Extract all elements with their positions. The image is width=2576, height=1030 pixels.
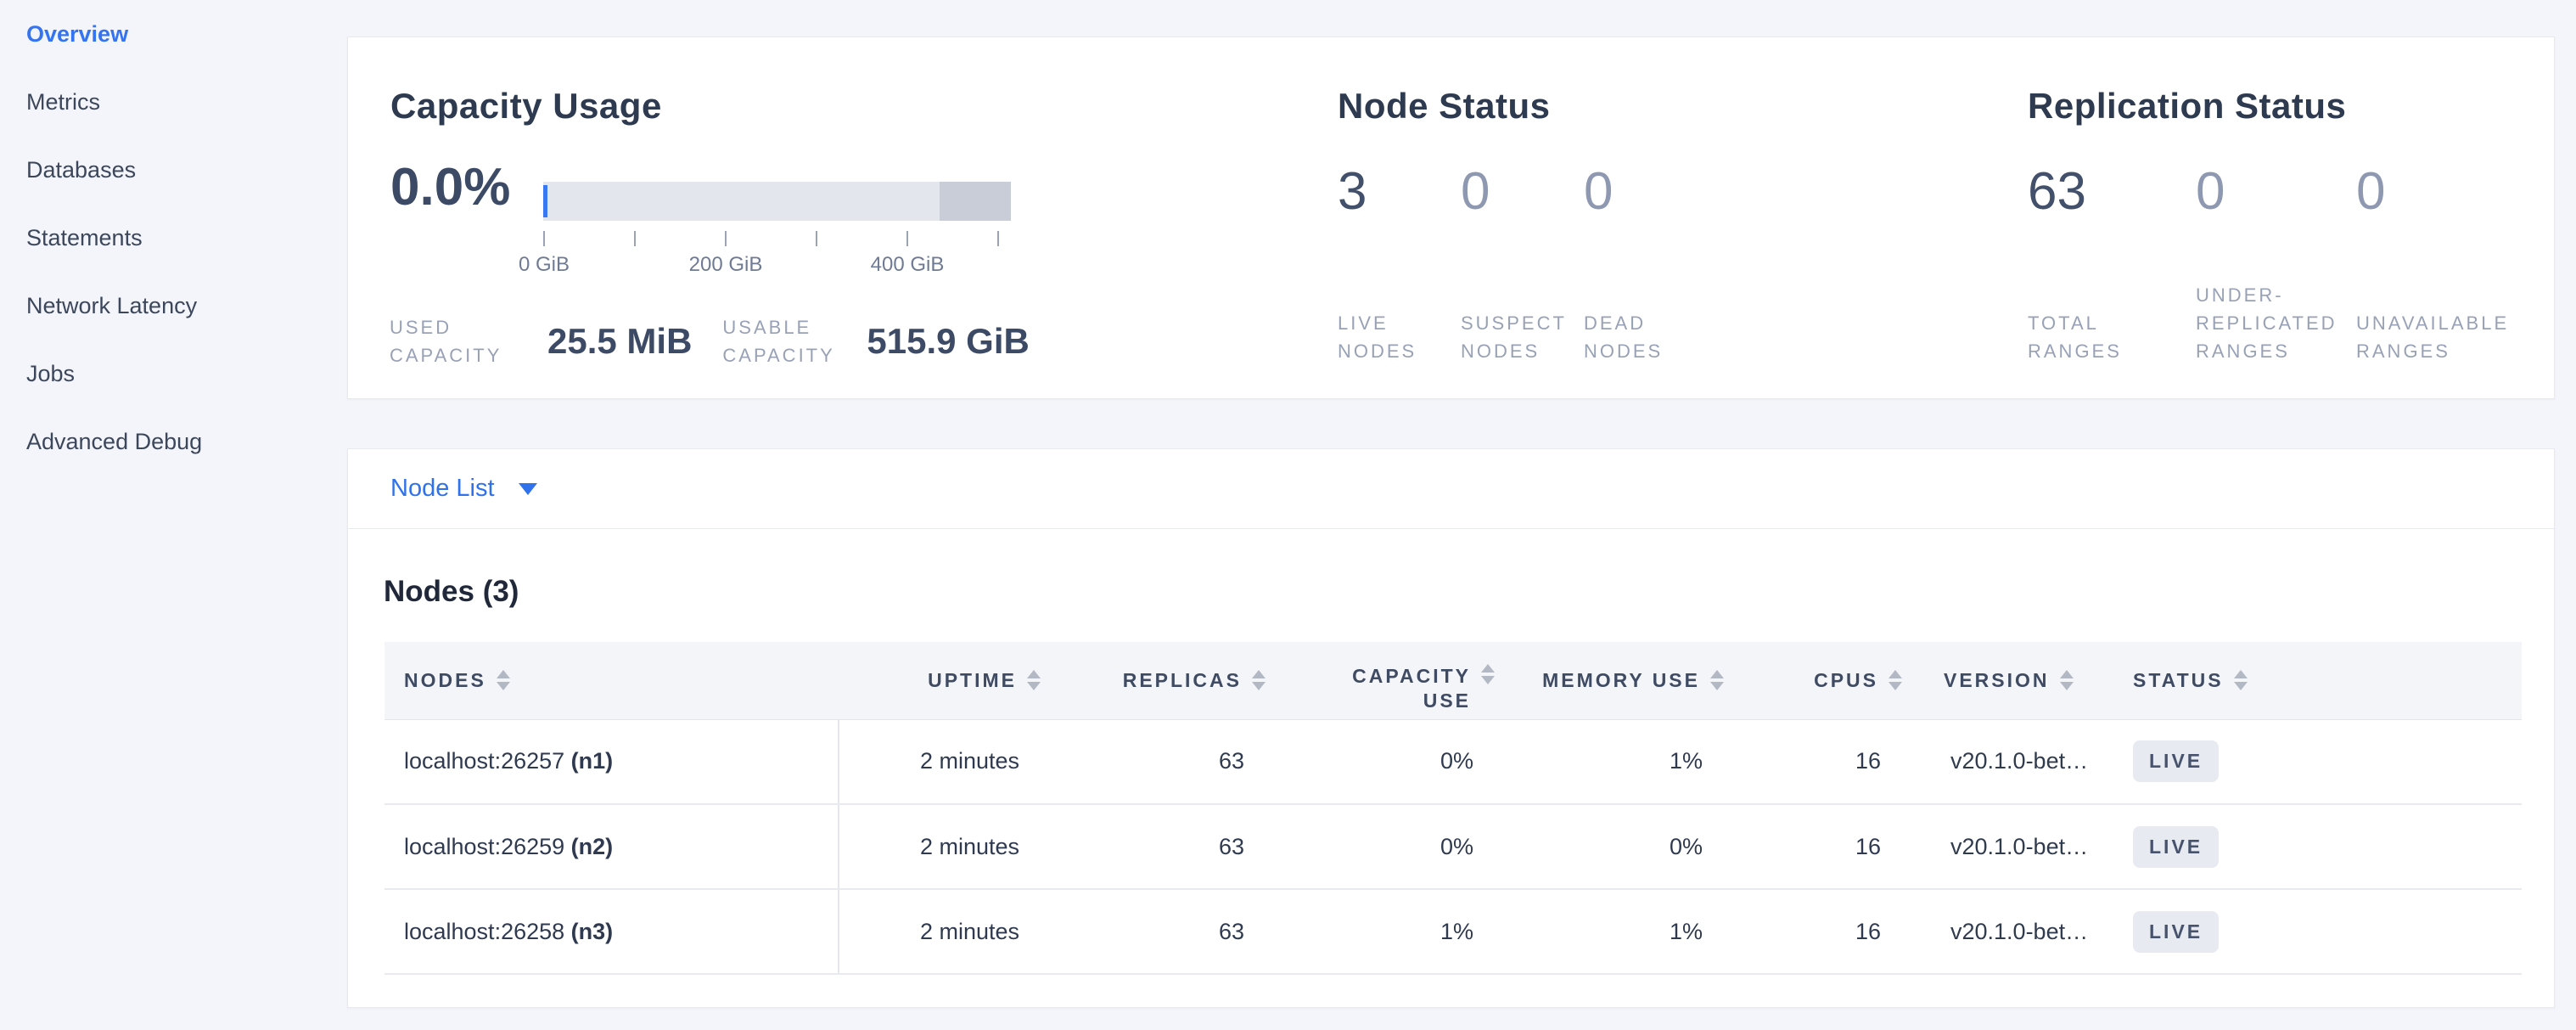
col-header-replicas[interactable]: REPLICAS: [1041, 642, 1266, 719]
capacity-gauge: [543, 182, 1011, 221]
sort-icon[interactable]: [497, 670, 510, 690]
unavailable-ranges-value: 0: [2356, 162, 2564, 222]
capacity-stats: USED CAPACITY 25.5 MiB USABLE CAPACITY 5…: [390, 306, 1030, 377]
unavailable-ranges-label: UNAVAILABLE RANGES: [2356, 309, 2564, 365]
node-name-link[interactable]: localhost:26259 (n2): [384, 804, 839, 889]
version-cell: v20.1.0-bet…: [1902, 719, 2106, 804]
uptime-cell: 2 minutes: [839, 804, 1041, 889]
total-ranges-value: 63: [2028, 162, 2196, 222]
sidebar-item-jobs[interactable]: Jobs: [26, 362, 332, 386]
sort-icon[interactable]: [2060, 670, 2074, 690]
col-header-status[interactable]: STATUS: [2106, 642, 2522, 719]
col-header-capacity-use[interactable]: CAPACITY USE: [1266, 642, 1495, 719]
node-status-title: Node Status: [1338, 86, 1551, 127]
nodes-heading: Nodes (3): [384, 575, 519, 609]
replicas-cell: 63: [1041, 804, 1266, 889]
replicas-cell: 63: [1041, 719, 1266, 804]
version-cell: v20.1.0-bet…: [1902, 804, 2106, 889]
sidebar-item-metrics[interactable]: Metrics: [26, 90, 332, 114]
sidebar: Overview Metrics Databases Statements Ne…: [26, 22, 332, 498]
cpus-cell: 16: [1724, 804, 1902, 889]
live-nodes-value: 3: [1338, 162, 1461, 222]
cpus-cell: 16: [1724, 719, 1902, 804]
capacity-use-cell: 0%: [1266, 719, 1495, 804]
table-row-n3: localhost:26258 (n3) 2 minutes 63 1% 1% …: [384, 889, 2522, 974]
replication-values: 63 0 0: [2028, 162, 2564, 222]
capacity-gauge-used-segment: [543, 185, 547, 217]
total-ranges-label: TOTAL RANGES: [2028, 309, 2196, 365]
capacity-usage-title: Capacity Usage: [390, 86, 662, 127]
table-header-row: NODES UPTIME REPLICAS CAPACITY USE: [384, 642, 2522, 719]
nodes-table: NODES UPTIME REPLICAS CAPACITY USE: [384, 642, 2522, 975]
replicas-cell: 63: [1041, 889, 1266, 974]
used-capacity-value: 25.5 MiB: [547, 321, 692, 362]
table-row-n2: localhost:26259 (n2) 2 minutes 63 0% 0% …: [384, 804, 2522, 889]
status-badge: LIVE: [2133, 911, 2219, 953]
capacity-used-percent: 0.0%: [390, 158, 510, 217]
node-list-card: Node List Nodes (3) NODES UPTIME: [347, 448, 2555, 1008]
suspect-nodes-label: SUSPECT NODES: [1461, 309, 1584, 365]
node-list-dropdown[interactable]: Node List: [348, 449, 2554, 529]
sidebar-item-databases[interactable]: Databases: [26, 158, 332, 182]
dead-nodes-label: DEAD NODES: [1584, 309, 1707, 365]
capacity-gauge-axis: 0 GiB 200 GiB 400 GiB: [543, 253, 1011, 277]
col-header-version[interactable]: VERSION: [1902, 642, 2106, 719]
live-nodes-label: LIVE NODES: [1338, 309, 1461, 365]
uptime-cell: 2 minutes: [839, 889, 1041, 974]
memory-use-cell: 1%: [1495, 719, 1724, 804]
status-cell: LIVE: [2106, 719, 2522, 804]
table-row-n1: localhost:26257 (n1) 2 minutes 63 0% 1% …: [384, 719, 2522, 804]
cluster-summary-card: Capacity Usage 0.0% 0 GiB 200 GiB 400 Gi…: [347, 37, 2555, 399]
node-name-link[interactable]: localhost:26257 (n1): [384, 719, 839, 804]
capacity-gauge-ticks: [543, 231, 1011, 246]
sort-icon[interactable]: [1027, 670, 1041, 690]
col-header-nodes[interactable]: NODES: [384, 642, 839, 719]
sidebar-item-statements[interactable]: Statements: [26, 226, 332, 250]
usable-capacity-label: USABLE CAPACITY: [722, 313, 858, 369]
used-capacity-label: USED CAPACITY: [390, 313, 539, 369]
memory-use-cell: 1%: [1495, 889, 1724, 974]
status-cell: LIVE: [2106, 804, 2522, 889]
replication-status-title: Replication Status: [2028, 86, 2346, 127]
usable-capacity-value: 515.9 GiB: [867, 321, 1029, 362]
suspect-nodes-value: 0: [1461, 162, 1584, 222]
axis-tick-200: 200 GiB: [689, 253, 763, 277]
node-list-dropdown-label: Node List: [390, 475, 495, 503]
version-cell: v20.1.0-bet…: [1902, 889, 2106, 974]
col-header-cpus[interactable]: CPUS: [1724, 642, 1902, 719]
sidebar-item-network-latency[interactable]: Network Latency: [26, 294, 332, 318]
node-status-values: 3 0 0: [1338, 162, 1707, 222]
sort-icon[interactable]: [1710, 670, 1724, 690]
sidebar-item-overview[interactable]: Overview: [26, 22, 332, 46]
axis-tick-400: 400 GiB: [871, 253, 945, 277]
dead-nodes-value: 0: [1584, 162, 1707, 222]
sidebar-item-advanced-debug[interactable]: Advanced Debug: [26, 430, 332, 453]
capacity-gauge-other-segment: [940, 182, 1011, 221]
node-name-link[interactable]: localhost:26258 (n3): [384, 889, 839, 974]
status-cell: LIVE: [2106, 889, 2522, 974]
status-badge: LIVE: [2133, 826, 2219, 868]
uptime-cell: 2 minutes: [839, 719, 1041, 804]
under-replicated-ranges-label: UNDER-REPLICATED RANGES: [2196, 281, 2356, 365]
col-header-uptime[interactable]: UPTIME: [839, 642, 1041, 719]
sort-icon[interactable]: [1481, 664, 1495, 684]
cpus-cell: 16: [1724, 889, 1902, 974]
chevron-down-icon: [519, 483, 537, 495]
sort-icon[interactable]: [2234, 670, 2248, 690]
node-status-labels: LIVE NODES SUSPECT NODES DEAD NODES: [1338, 277, 1707, 365]
under-replicated-ranges-value: 0: [2196, 162, 2356, 222]
sort-icon[interactable]: [1252, 670, 1266, 690]
status-badge: LIVE: [2133, 740, 2219, 782]
sort-icon[interactable]: [1889, 670, 1902, 690]
replication-labels: TOTAL RANGES UNDER-REPLICATED RANGES UNA…: [2028, 277, 2564, 365]
capacity-use-cell: 0%: [1266, 804, 1495, 889]
memory-use-cell: 0%: [1495, 804, 1724, 889]
capacity-use-cell: 1%: [1266, 889, 1495, 974]
col-header-memory-use[interactable]: MEMORY USE: [1495, 642, 1724, 719]
axis-tick-0: 0 GiB: [519, 253, 570, 277]
